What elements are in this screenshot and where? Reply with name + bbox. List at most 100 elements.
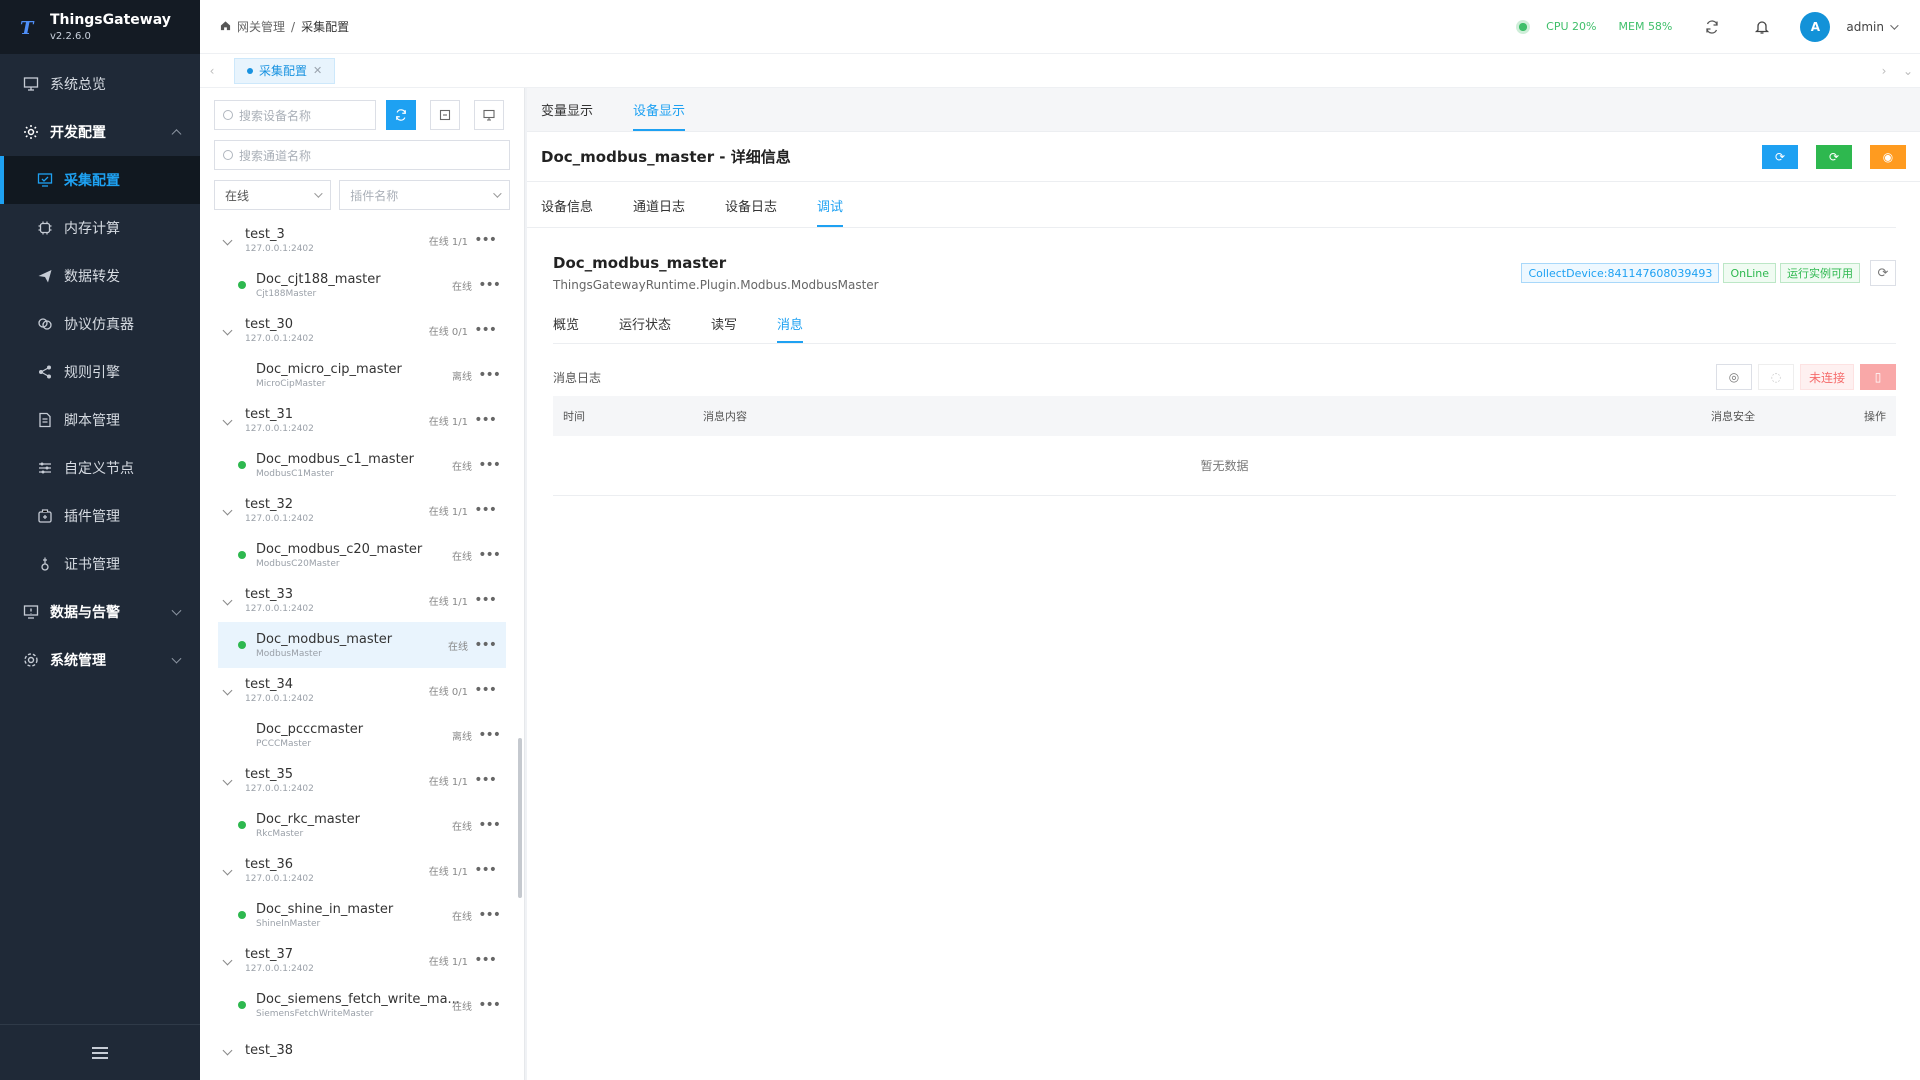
log-settings-button[interactable]: ◎ <box>1715 364 1752 390</box>
tabs-dropdown-icon[interactable]: ⌄ <box>1896 54 1920 88</box>
page-tab-collect-config[interactable]: 采集配置 ✕ <box>234 57 336 84</box>
collapse-tree-button[interactable] <box>430 100 460 130</box>
search-device-input[interactable]: 搜索设备名称 <box>214 100 376 130</box>
more-icon[interactable]: ••• <box>474 952 497 968</box>
tree-channel-node[interactable]: test_38 <box>218 1028 510 1072</box>
more-icon[interactable]: ••• <box>474 232 497 248</box>
display-toggle-button[interactable] <box>474 100 504 130</box>
more-icon[interactable]: ••• <box>478 367 501 383</box>
sidebar-collapse-button[interactable] <box>0 1024 200 1080</box>
user-menu[interactable]: admin <box>1846 20 1899 34</box>
refresh-icon[interactable] <box>1702 17 1722 37</box>
tree-device-node[interactable]: Doc_rkc_master RkcMaster 在线 ••• <box>218 802 510 848</box>
sidebar-item-protocol-simulator[interactable]: 协议仿真器 <box>0 300 200 348</box>
chevron-down-icon[interactable] <box>222 865 233 875</box>
tab-messages[interactable]: 消息 <box>777 314 804 343</box>
tab-debug[interactable]: 调试 <box>817 196 844 227</box>
tree-channel-node[interactable]: test_35 127.0.0.1:2402 在线 1/1 ••• <box>218 758 510 802</box>
tree-channel-node[interactable]: test_34 127.0.0.1:2402 在线 0/1 ••• <box>218 668 510 712</box>
sidebar-item-rule-engine[interactable]: 规则引擎 <box>0 348 200 396</box>
tree-channel-node[interactable]: test_37 127.0.0.1:2402 在线 1/1 ••• <box>218 938 510 982</box>
home-icon[interactable] <box>220 20 231 34</box>
more-icon[interactable]: ••• <box>474 772 497 788</box>
more-icon[interactable]: ••• <box>478 997 501 1013</box>
more-icon[interactable]: ••• <box>474 862 497 878</box>
brand[interactable]: T ThingsGateway v2.2.6.0 <box>0 0 200 54</box>
tree-channel-node[interactable]: test_3 127.0.0.1:2402 在线 1/1 ••• <box>218 218 510 262</box>
breadcrumb-item-gateway[interactable]: 网关管理 <box>237 18 285 35</box>
sidebar-group-dev-config[interactable]: 开发配置 <box>0 108 200 156</box>
chevron-down-icon[interactable] <box>222 415 233 425</box>
channel-name: test_33 <box>245 586 294 602</box>
clear-log-button[interactable]: ▯ <box>1860 364 1896 390</box>
more-icon[interactable]: ••• <box>478 547 501 563</box>
sidebar-item-plugin-manage[interactable]: 插件管理 <box>0 492 200 540</box>
sidebar-item-collect-config[interactable]: 采集配置 <box>0 156 200 204</box>
log-pause-button[interactable]: ◌ <box>1757 364 1794 390</box>
tabs-scroll-right-icon[interactable]: › <box>1872 54 1896 88</box>
sidebar-item-overview[interactable]: 系统总览 <box>0 60 200 108</box>
tab-device-log[interactable]: 设备日志 <box>725 196 777 227</box>
tree-channel-node[interactable]: test_33 127.0.0.1:2402 在线 1/1 ••• <box>218 578 510 622</box>
sidebar-item-data-forward[interactable]: 数据转发 <box>0 252 200 300</box>
more-icon[interactable]: ••• <box>478 457 501 473</box>
more-icon[interactable]: ••• <box>478 907 501 923</box>
chevron-down-icon[interactable] <box>222 595 233 605</box>
pause-button[interactable]: ◉ <box>1870 144 1906 169</box>
sidebar-item-script-manage[interactable]: 脚本管理 <box>0 396 200 444</box>
tree-device-node[interactable]: Doc_modbus_c20_master ModbusC20Master 在线 ••… <box>218 532 510 578</box>
tab-variable-display[interactable]: 变量显示 <box>541 100 593 131</box>
more-icon[interactable]: ••• <box>478 277 501 293</box>
more-icon[interactable]: ••• <box>474 637 497 653</box>
tree-channel-node[interactable]: test_31 127.0.0.1:2402 在线 1/1 ••• <box>218 398 510 442</box>
tree-device-node[interactable]: Doc_modbus_master ModbusMaster 在线 ••• <box>218 622 506 668</box>
tree-channel-node[interactable]: test_36 127.0.0.1:2402 在线 1/1 ••• <box>218 848 510 892</box>
tabs-scroll-left-icon[interactable]: ‹ <box>200 54 224 88</box>
tree-device-node[interactable]: Doc_modbus_c1_master ModbusC1Master 在线 ••• <box>218 442 510 488</box>
device-refresh-button[interactable]: ⟳ <box>1870 260 1896 286</box>
sidebar-item-custom-node[interactable]: 自定义节点 <box>0 444 200 492</box>
tab-device-display[interactable]: 设备显示 <box>633 100 686 131</box>
avatar[interactable]: A <box>1800 11 1831 42</box>
chevron-down-icon[interactable] <box>222 235 233 245</box>
chevron-down-icon[interactable] <box>222 505 233 515</box>
chevron-down-icon[interactable] <box>222 325 233 335</box>
sidebar-group-system[interactable]: 系统管理 <box>0 636 200 684</box>
close-icon[interactable]: ✕ <box>313 64 322 77</box>
chevron-down-icon[interactable] <box>222 1045 233 1055</box>
tree-device-node[interactable]: Doc_shine_in_master ShineInMaster 在线 ••• <box>218 892 510 938</box>
tab-run-status[interactable]: 运行状态 <box>619 314 671 343</box>
sidebar-group-data-alarm[interactable]: 数据与告警 <box>0 588 200 636</box>
scrollbar-thumb[interactable] <box>518 738 522 898</box>
more-icon[interactable]: ••• <box>474 682 497 698</box>
chevron-down-icon[interactable] <box>222 775 233 785</box>
chevron-down-icon[interactable] <box>222 955 233 965</box>
tree-device-node[interactable]: Doc_pcccmaster PCCCMaster 离线 ••• <box>218 712 510 758</box>
tree-device-node[interactable]: Doc_cjt188_master Cjt188Master 在线 ••• <box>218 262 510 308</box>
connection-status-button[interactable]: 未连接 <box>1799 364 1854 390</box>
bell-icon[interactable] <box>1752 17 1772 37</box>
restart-button[interactable]: ⟳ <box>1816 144 1852 169</box>
more-icon[interactable]: ••• <box>478 817 501 833</box>
tree-channel-node[interactable]: test_30 127.0.0.1:2402 在线 0/1 ••• <box>218 308 510 352</box>
more-icon[interactable]: ••• <box>474 592 497 608</box>
tree-device-node[interactable]: Doc_siemens_fetch_write_ma... SiemensFetc… <box>218 982 510 1028</box>
plugin-name-select[interactable]: 插件名称 <box>339 180 510 210</box>
more-icon[interactable]: ••• <box>474 502 497 518</box>
tab-device-info[interactable]: 设备信息 <box>541 196 593 227</box>
status-filter-select[interactable]: 在线 <box>214 180 332 210</box>
more-icon[interactable]: ••• <box>474 322 497 338</box>
more-icon[interactable]: ••• <box>474 412 497 428</box>
tree-channel-node[interactable]: test_32 127.0.0.1:2402 在线 1/1 ••• <box>218 488 510 532</box>
chevron-down-icon[interactable] <box>222 685 233 695</box>
tree-device-node[interactable]: Doc_micro_cip_master MicroCipMaster 离线 ••• <box>218 352 510 398</box>
sidebar-item-memory-compute[interactable]: 内存计算 <box>0 204 200 252</box>
more-icon[interactable]: ••• <box>478 727 501 743</box>
tab-channel-log[interactable]: 通道日志 <box>633 196 685 227</box>
tab-overview[interactable]: 概览 <box>553 314 579 343</box>
search-channel-input[interactable]: 搜索通道名称 <box>214 140 510 170</box>
tab-read-write[interactable]: 读写 <box>711 314 737 343</box>
refresh-button[interactable]: ⟳ <box>1762 144 1798 169</box>
refresh-tree-button[interactable] <box>386 100 416 130</box>
sidebar-item-cert-manage[interactable]: 证书管理 <box>0 540 200 588</box>
